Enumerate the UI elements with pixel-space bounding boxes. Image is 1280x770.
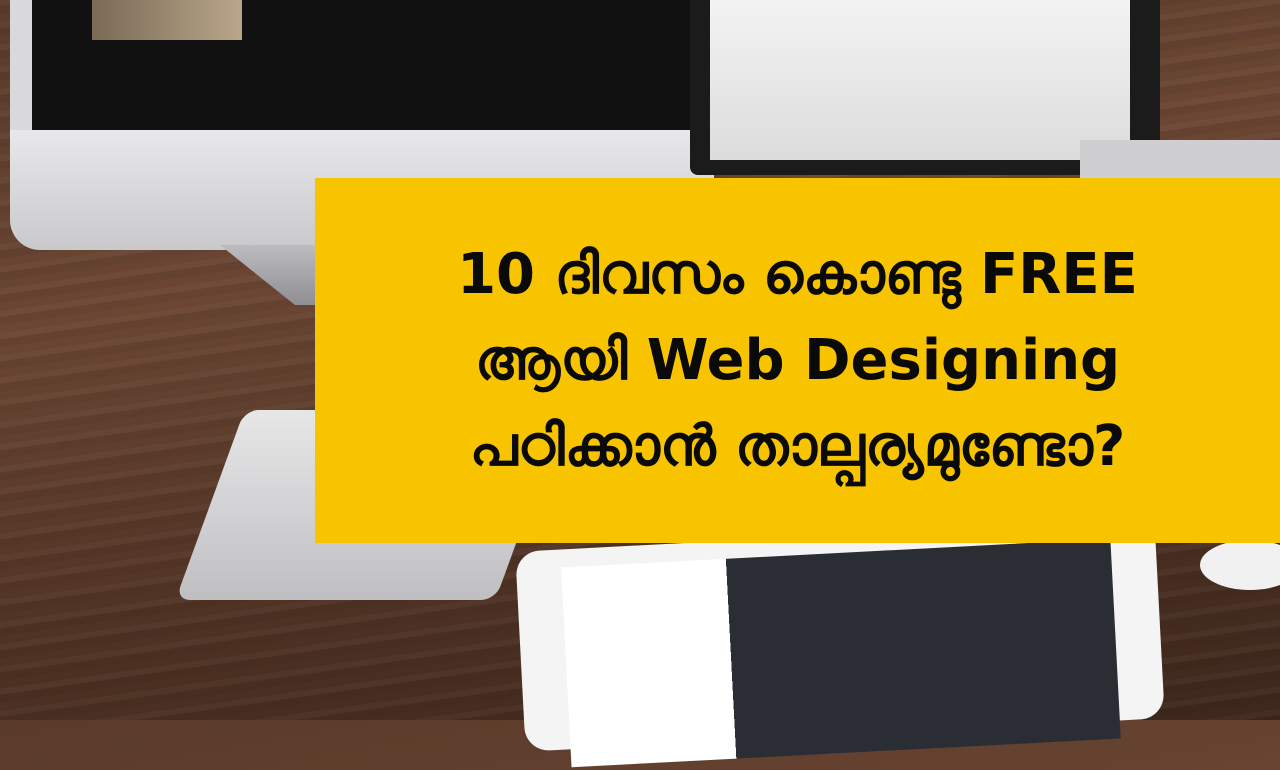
laptop-screen xyxy=(710,0,1130,160)
headline-banner: 10 ദിവസം കൊണ്ടു FREE ആയി Web Designing പ… xyxy=(315,178,1280,543)
tablet-screen xyxy=(561,538,1121,768)
headline-line-1: 10 ദിവസം കൊണ്ടു FREE xyxy=(457,241,1138,307)
tablet xyxy=(515,518,1165,768)
imac-screen xyxy=(10,0,714,130)
imac-wallpaper xyxy=(92,0,242,40)
laptop-base xyxy=(1080,140,1280,180)
headline-line-3: പഠിക്കാൻ താല്പര്യമുണ്ടോ? xyxy=(469,413,1126,479)
apple-logo-icon: ● xyxy=(487,25,533,85)
headline-line-2: ആയി Web Designing xyxy=(474,327,1121,393)
